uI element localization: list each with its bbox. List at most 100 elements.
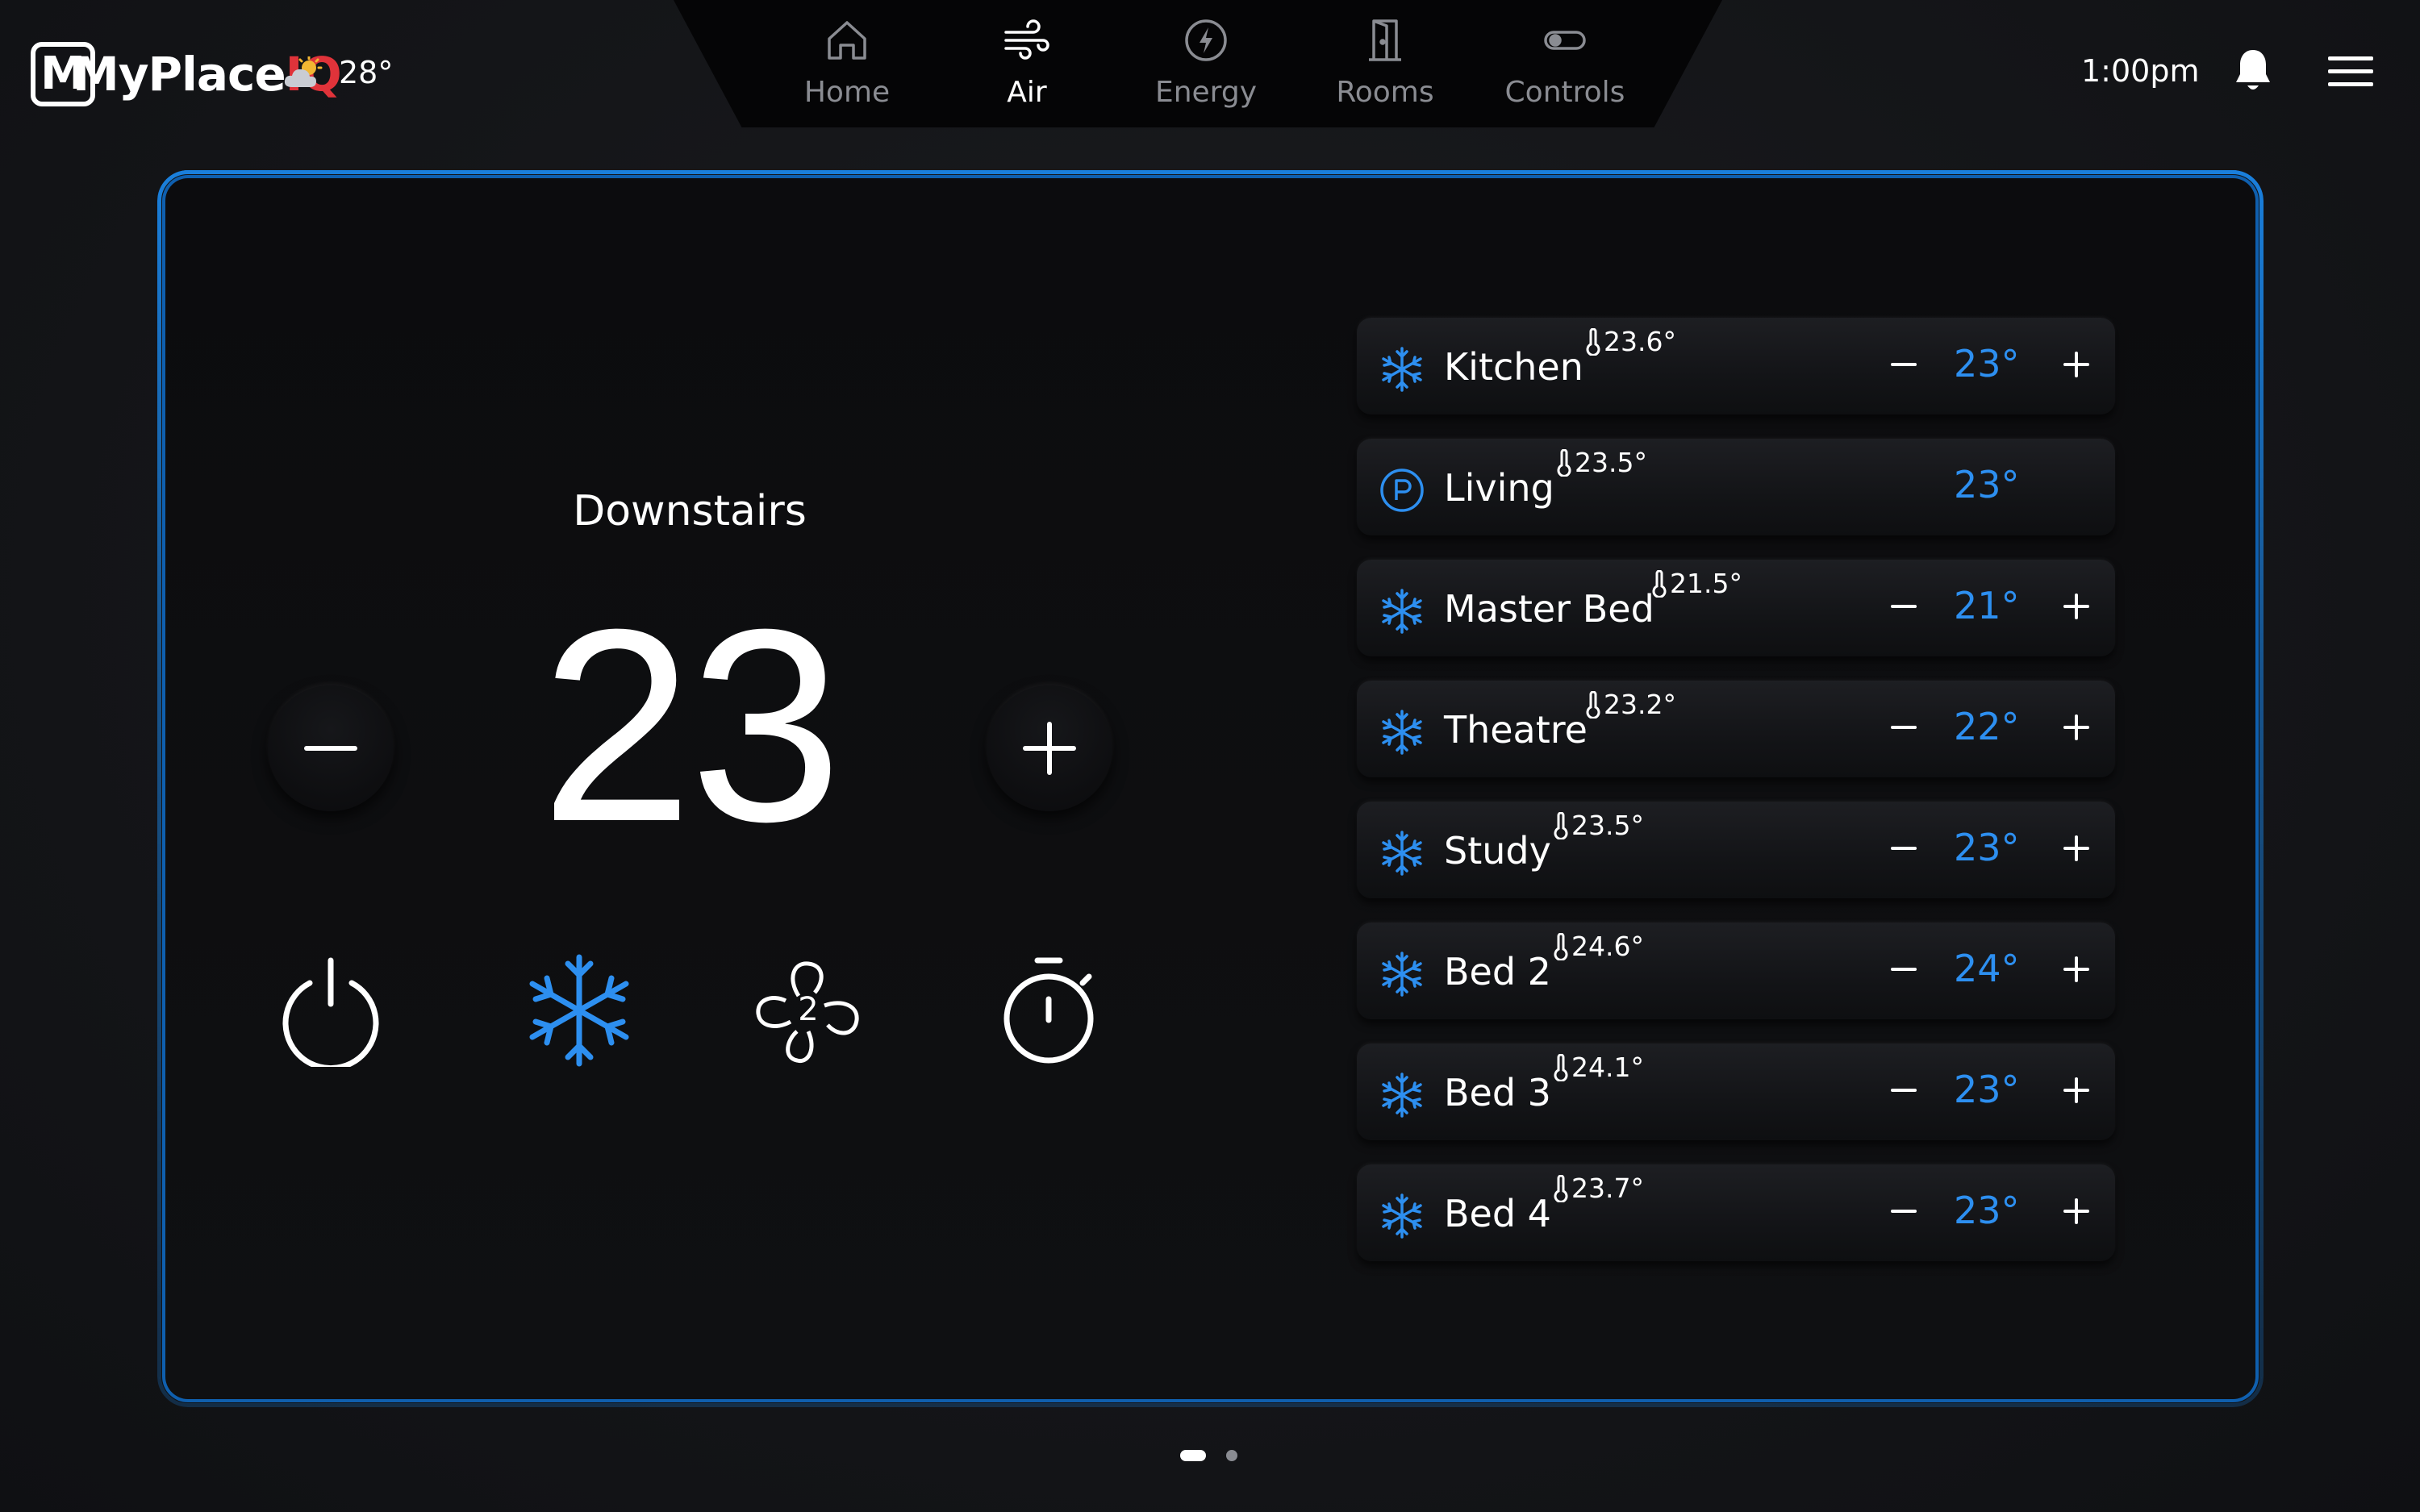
page-indicator[interactable] bbox=[1226, 1450, 1237, 1461]
zone-row[interactable]: Bed 4 23.7° 23° bbox=[1357, 1164, 2115, 1261]
zone-row[interactable]: Theatre 23.2° 22° bbox=[1357, 681, 2115, 777]
thermometer-icon bbox=[1557, 448, 1571, 477]
cool-snowflake-icon bbox=[1382, 831, 1422, 876]
zone-row[interactable]: Living 23.5° 23° bbox=[1357, 439, 2115, 535]
weather-widget[interactable]: 28° bbox=[282, 52, 393, 94]
nav-controls-label: Controls bbox=[1504, 76, 1625, 109]
zone-current-temp: 23.6° bbox=[1586, 326, 1676, 357]
timer-icon[interactable] bbox=[992, 954, 1105, 1067]
weather-temp: 28° bbox=[339, 55, 394, 90]
fan-speed-value: 2 bbox=[798, 991, 818, 1028]
zone-row[interactable]: Bed 3 24.1° 23° bbox=[1357, 1043, 2115, 1140]
thermometer-icon bbox=[1586, 690, 1600, 719]
zone-current-temp: 21.5° bbox=[1652, 568, 1742, 599]
zone-name: Bed 4 bbox=[1444, 1192, 1551, 1235]
zone-decrease-button[interactable] bbox=[1880, 824, 1928, 873]
zone-set-temp: 22° bbox=[1954, 705, 2020, 748]
thermometer-icon bbox=[1554, 932, 1568, 960]
zone-decrease-button[interactable] bbox=[1880, 945, 1928, 993]
nav-energy[interactable]: Energy bbox=[1129, 15, 1283, 111]
zone-set-temp: 21° bbox=[1954, 584, 2020, 627]
zone-increase-button[interactable] bbox=[2052, 1187, 2101, 1235]
zone-row[interactable]: Kitchen 23.6° 23° bbox=[1357, 318, 2115, 414]
zone-current-temp-value: 23.5° bbox=[1575, 447, 1647, 478]
zone-set-temp: 23° bbox=[1954, 463, 2020, 506]
thermometer-icon bbox=[1554, 811, 1568, 839]
zone-row[interactable]: Master Bed 21.5° 21° bbox=[1357, 560, 2115, 656]
nav-air[interactable]: Air bbox=[950, 15, 1104, 111]
zone-current-temp-value: 23.5° bbox=[1571, 810, 1644, 841]
zone-decrease-button[interactable] bbox=[1880, 1187, 1928, 1235]
nav-rooms[interactable]: Rooms bbox=[1308, 15, 1462, 111]
plus-icon bbox=[1023, 722, 1076, 775]
top-nav: Home Air Energy Rooms Controls bbox=[674, 0, 1722, 127]
zone-current-temp: 23.2° bbox=[1586, 689, 1676, 720]
nav-energy-label: Energy bbox=[1154, 76, 1258, 109]
cool-snowflake-icon bbox=[1382, 710, 1422, 755]
zone-increase-button[interactable] bbox=[2052, 703, 2101, 752]
zone-row[interactable]: Bed 2 24.6° 24° bbox=[1357, 923, 2115, 1019]
nav-rooms-label: Rooms bbox=[1336, 76, 1434, 109]
zone-set-temp: 23° bbox=[1954, 826, 2020, 869]
nav-controls[interactable]: Controls bbox=[1488, 15, 1642, 111]
zone-increase-button[interactable] bbox=[2052, 340, 2101, 389]
door-icon bbox=[1369, 19, 1401, 61]
thermometer-icon bbox=[1554, 1174, 1568, 1202]
zone-increase-button[interactable] bbox=[2052, 582, 2101, 631]
app-screen: M MyPlace IQ 28° Home Air Energy Rooms C… bbox=[0, 0, 2420, 1512]
temp-increase-button[interactable] bbox=[987, 685, 1112, 811]
hamburger-menu-icon[interactable] bbox=[2328, 55, 2373, 89]
bell-icon[interactable] bbox=[2233, 47, 2273, 94]
zone-increase-button[interactable] bbox=[2052, 1066, 2101, 1114]
zone-increase-button[interactable] bbox=[2052, 824, 2101, 873]
zone-set-temp: 23° bbox=[1954, 1068, 2020, 1111]
zone-row[interactable]: Study 23.5° 23° bbox=[1357, 802, 2115, 898]
toggle-icon bbox=[1544, 31, 1586, 50]
thermometer-icon bbox=[1586, 327, 1600, 356]
nav-home-label: Home bbox=[803, 76, 891, 109]
cool-snowflake-icon bbox=[1382, 347, 1422, 392]
fan-speed-icon[interactable]: 2 bbox=[752, 954, 865, 1067]
zone-current-temp-value: 21.5° bbox=[1670, 568, 1742, 599]
zone-current-temp: 23.7° bbox=[1554, 1173, 1644, 1204]
set-temperature: 23 bbox=[540, 573, 842, 879]
zone-current-temp: 24.1° bbox=[1554, 1052, 1644, 1083]
cool-snowflake-icon bbox=[1382, 1193, 1422, 1239]
house-icon bbox=[828, 21, 866, 60]
zone-decrease-button[interactable] bbox=[1880, 703, 1928, 752]
zone-decrease-button[interactable] bbox=[1880, 582, 1928, 631]
zone-name: Kitchen bbox=[1444, 345, 1583, 389]
zone-current-temp-value: 23.6° bbox=[1604, 326, 1676, 357]
zone-current-temp-value: 23.7° bbox=[1571, 1173, 1644, 1204]
power-icon[interactable] bbox=[274, 954, 387, 1067]
temp-decrease-button[interactable] bbox=[268, 685, 394, 811]
minus-icon bbox=[304, 746, 357, 751]
thermometer-icon bbox=[1652, 569, 1667, 598]
cool-snowflake-icon bbox=[1382, 589, 1422, 634]
nav-home[interactable]: Home bbox=[770, 15, 924, 111]
zone-current-temp-value: 24.6° bbox=[1571, 931, 1644, 962]
constant-zone-p-icon bbox=[1380, 469, 1424, 512]
zone-current-temp-value: 24.1° bbox=[1571, 1052, 1644, 1083]
zone-name: Bed 3 bbox=[1444, 1071, 1551, 1114]
logo-text: MyPlace bbox=[73, 47, 286, 102]
cool-snowflake-icon bbox=[1382, 1073, 1422, 1118]
zone-set-temp: 24° bbox=[1954, 947, 2020, 990]
zone-current-temp: 23.5° bbox=[1557, 447, 1647, 478]
zone-decrease-button[interactable] bbox=[1880, 340, 1928, 389]
zone-name: Theatre bbox=[1444, 708, 1588, 752]
zone-set-temp: 23° bbox=[1954, 1189, 2020, 1232]
page-indicator-active[interactable] bbox=[1180, 1450, 1206, 1461]
zone-increase-button[interactable] bbox=[2052, 945, 2101, 993]
cool-snowflake-icon bbox=[1382, 952, 1422, 997]
zone-name: Living bbox=[1444, 466, 1554, 510]
wind-icon bbox=[1004, 19, 1049, 60]
zone-current-temp-value: 23.2° bbox=[1604, 689, 1676, 720]
cool-mode-snowflake-icon[interactable] bbox=[523, 954, 636, 1067]
zone-decrease-button[interactable] bbox=[1880, 1066, 1928, 1114]
nav-air-label: Air bbox=[1007, 76, 1047, 109]
clock: 1:00pm bbox=[2081, 53, 2200, 89]
zone-set-temp: 23° bbox=[1954, 342, 2020, 385]
partly-cloudy-icon bbox=[284, 56, 323, 87]
system-zone-name: Downstairs bbox=[573, 487, 807, 535]
